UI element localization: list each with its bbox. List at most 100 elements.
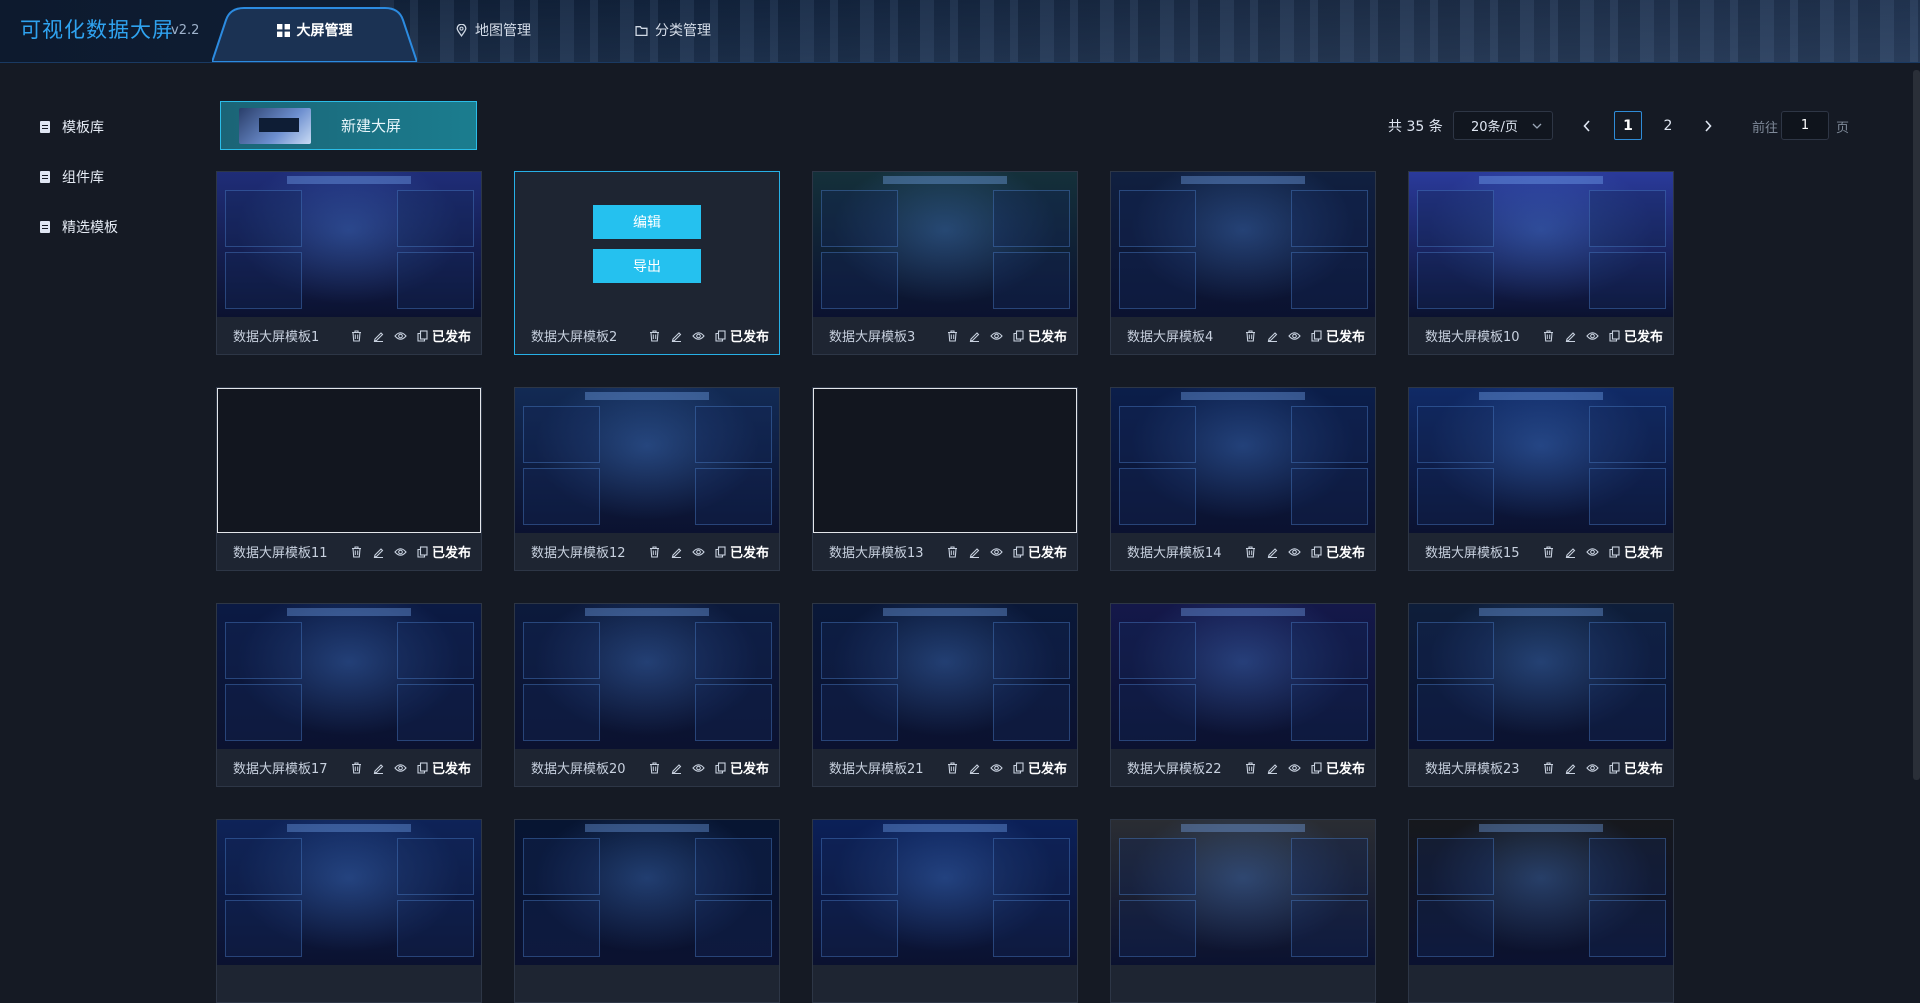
copy-icon[interactable] [1007,329,1029,343]
eye-icon[interactable] [389,329,411,343]
edit-button[interactable]: 编辑 [593,205,701,239]
eye-icon[interactable] [1283,545,1305,559]
template-card[interactable]: 数据大屏模板20 已发布 [514,603,780,787]
template-card[interactable]: 数据大屏模板11 已发布 [216,387,482,571]
template-card[interactable]: 数据大屏模板1 已发布 [216,171,482,355]
template-card[interactable]: 数据大屏模板3 已发布 [812,171,1078,355]
copy-icon[interactable] [1007,761,1029,775]
template-card[interactable]: 数据大屏模板14 已发布 [1110,387,1376,571]
copy-icon[interactable] [1305,329,1327,343]
tab-map-management[interactable]: 地图管理 [455,0,531,60]
edit-icon[interactable] [1559,329,1581,343]
edit-icon[interactable] [1261,545,1283,559]
template-card[interactable]: 数据大屏模板10 已发布 [1408,171,1674,355]
edit-icon[interactable] [367,329,389,343]
copy-icon[interactable] [1305,545,1327,559]
template-card[interactable] [514,819,780,1003]
template-card[interactable]: 数据大屏模板15 已发布 [1408,387,1674,571]
trash-icon[interactable] [643,761,665,775]
edit-icon[interactable] [963,761,985,775]
template-card[interactable]: 数据大屏模板12 已发布 [514,387,780,571]
trash-icon[interactable] [643,545,665,559]
eye-icon[interactable] [1283,761,1305,775]
eye-icon[interactable] [389,761,411,775]
copy-icon[interactable] [1603,761,1625,775]
copy-icon[interactable] [709,329,731,343]
trash-icon[interactable] [941,329,963,343]
edit-icon[interactable] [665,545,687,559]
trash-icon[interactable] [1239,545,1261,559]
goto-page-input[interactable] [1781,111,1829,140]
trash-icon[interactable] [345,761,367,775]
edit-icon[interactable] [1559,761,1581,775]
template-card[interactable]: 数据大屏模板4 已发布 [1110,171,1376,355]
edit-icon[interactable] [367,545,389,559]
sidebar-item-featured-templates[interactable]: 精选模板 [40,217,118,237]
template-card[interactable]: 数据大屏模板21 已发布 [812,603,1078,787]
template-card[interactable]: 数据大屏模板17 已发布 [216,603,482,787]
trash-icon[interactable] [941,761,963,775]
eye-icon[interactable] [1581,761,1603,775]
template-card[interactable] [216,819,482,1003]
eye-icon[interactable] [985,545,1007,559]
new-screen-label: 新建大屏 [341,117,402,135]
template-card[interactable]: 数据大屏模板23 已发布 [1408,603,1674,787]
trash-icon[interactable] [941,545,963,559]
template-card[interactable]: 数据大屏模板13 已发布 [812,387,1078,571]
copy-icon[interactable] [411,329,433,343]
vertical-scrollbar[interactable] [1913,70,1920,780]
template-card[interactable]: 编辑 导出 数据大屏模板2 已发布 [514,171,780,355]
edit-icon[interactable] [963,329,985,343]
sidebar-item-template-library[interactable]: 模板库 [40,117,104,137]
template-card[interactable] [1110,819,1376,1003]
copy-icon[interactable] [1305,761,1327,775]
new-screen-button[interactable]: 新建大屏 [220,101,477,150]
sidebar-item-component-library[interactable]: 组件库 [40,167,104,187]
next-page-button[interactable] [1694,111,1722,140]
copy-icon[interactable] [1007,545,1029,559]
page-button-1[interactable]: 1 [1614,111,1642,140]
prev-page-button[interactable] [1573,111,1601,140]
goto-suffix: 页 [1836,120,1850,136]
copy-icon[interactable] [411,545,433,559]
trash-icon[interactable] [1537,545,1559,559]
edit-icon[interactable] [1261,329,1283,343]
edit-icon[interactable] [1559,545,1581,559]
page-size-select[interactable]: 20条/页 [1453,111,1553,140]
copy-icon[interactable] [709,545,731,559]
copy-icon[interactable] [709,761,731,775]
thumbnail-panel [397,838,474,895]
trash-icon[interactable] [1239,761,1261,775]
trash-icon[interactable] [643,329,665,343]
template-card[interactable] [812,819,1078,1003]
template-card[interactable]: 数据大屏模板22 已发布 [1110,603,1376,787]
eye-icon[interactable] [1581,545,1603,559]
trash-icon[interactable] [345,329,367,343]
edit-icon[interactable] [963,545,985,559]
eye-icon[interactable] [1283,329,1305,343]
copy-icon[interactable] [1603,329,1625,343]
trash-icon[interactable] [345,545,367,559]
page-button-2[interactable]: 2 [1654,111,1682,140]
eye-icon[interactable] [687,761,709,775]
eye-icon[interactable] [1581,329,1603,343]
eye-icon[interactable] [985,761,1007,775]
edit-icon[interactable] [1261,761,1283,775]
edit-icon[interactable] [367,761,389,775]
eye-icon[interactable] [985,329,1007,343]
copy-icon[interactable] [411,761,433,775]
template-card[interactable] [1408,819,1674,1003]
tab-category-management[interactable]: 分类管理 [635,0,711,60]
trash-icon[interactable] [1537,761,1559,775]
export-button[interactable]: 导出 [593,249,701,283]
eye-icon[interactable] [687,329,709,343]
copy-icon[interactable] [1603,545,1625,559]
trash-icon[interactable] [1537,329,1559,343]
thumbnail-panel [1291,684,1368,741]
eye-icon[interactable] [389,545,411,559]
eye-icon[interactable] [687,545,709,559]
edit-icon[interactable] [665,761,687,775]
edit-icon[interactable] [665,329,687,343]
tab-screen-management[interactable]: 大屏管理 [212,0,417,62]
trash-icon[interactable] [1239,329,1261,343]
